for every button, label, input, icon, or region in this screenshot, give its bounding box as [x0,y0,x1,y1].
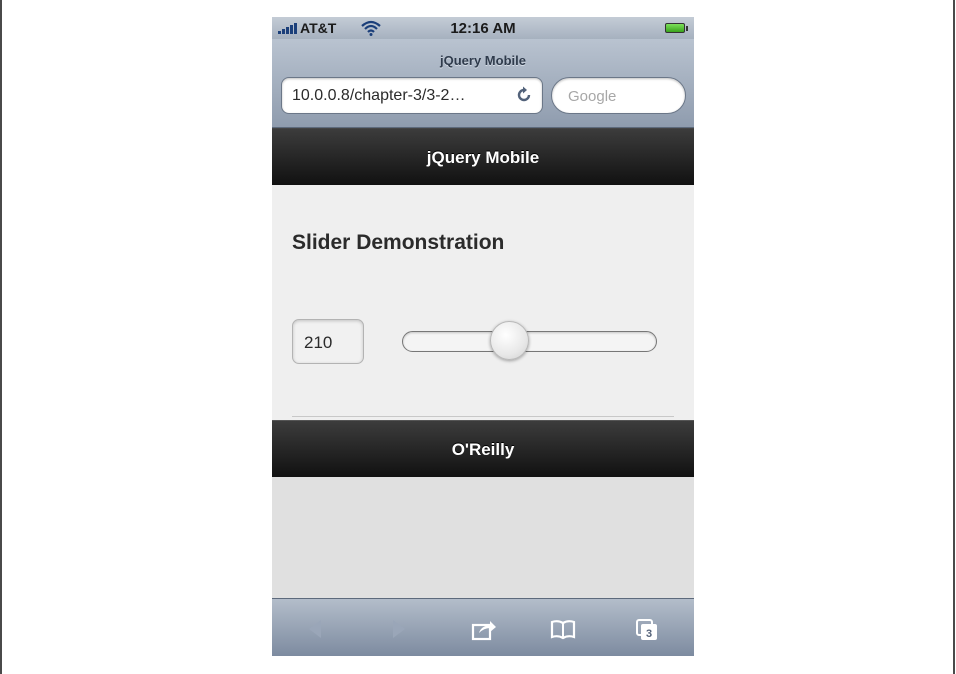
phone-screen: AT&T 12:16 AM jQuery Mobile 10.0.0.8/cha… [272,17,694,656]
frame-border-left [0,0,2,674]
slider-track[interactable] [402,321,657,360]
back-icon[interactable] [302,617,330,641]
battery-icon [665,23,688,33]
frame-border-right [953,0,955,674]
browser-toolbar: 3 [272,598,694,656]
bookmarks-icon[interactable] [549,617,577,641]
tabs-icon[interactable]: 3 [634,617,662,641]
slider-value-input[interactable]: 210 [292,319,364,364]
search-placeholder: Google [568,88,617,105]
page-footer: O'Reilly [272,420,694,477]
slider-handle[interactable] [490,321,530,360]
search-field[interactable]: Google [551,77,686,114]
url-field[interactable]: 10.0.0.8/chapter-3/3-2… [281,77,543,114]
browser-chrome: jQuery Mobile 10.0.0.8/chapter-3/3-2… Go… [272,39,694,128]
status-time: 12:16 AM [450,20,516,37]
page-heading: Slider Demonstration [292,231,505,254]
url-text: 10.0.0.8/chapter-3/3-2… [292,87,466,104]
page-header: jQuery Mobile [272,128,694,185]
reload-icon[interactable] [515,86,533,104]
tabs-count: 3 [646,628,652,640]
page-content: Slider Demonstration 210 [272,185,694,420]
page-header-title: jQuery Mobile [426,148,540,167]
slider-value-text: 210 [304,333,333,352]
forward-icon[interactable] [384,617,412,641]
empty-page-area [272,477,694,598]
content-divider [292,416,674,417]
browser-page-title: jQuery Mobile [440,53,526,68]
page-footer-title: O'Reilly [451,440,515,459]
share-icon[interactable] [470,617,498,641]
status-bar: AT&T 12:16 AM [272,17,694,39]
